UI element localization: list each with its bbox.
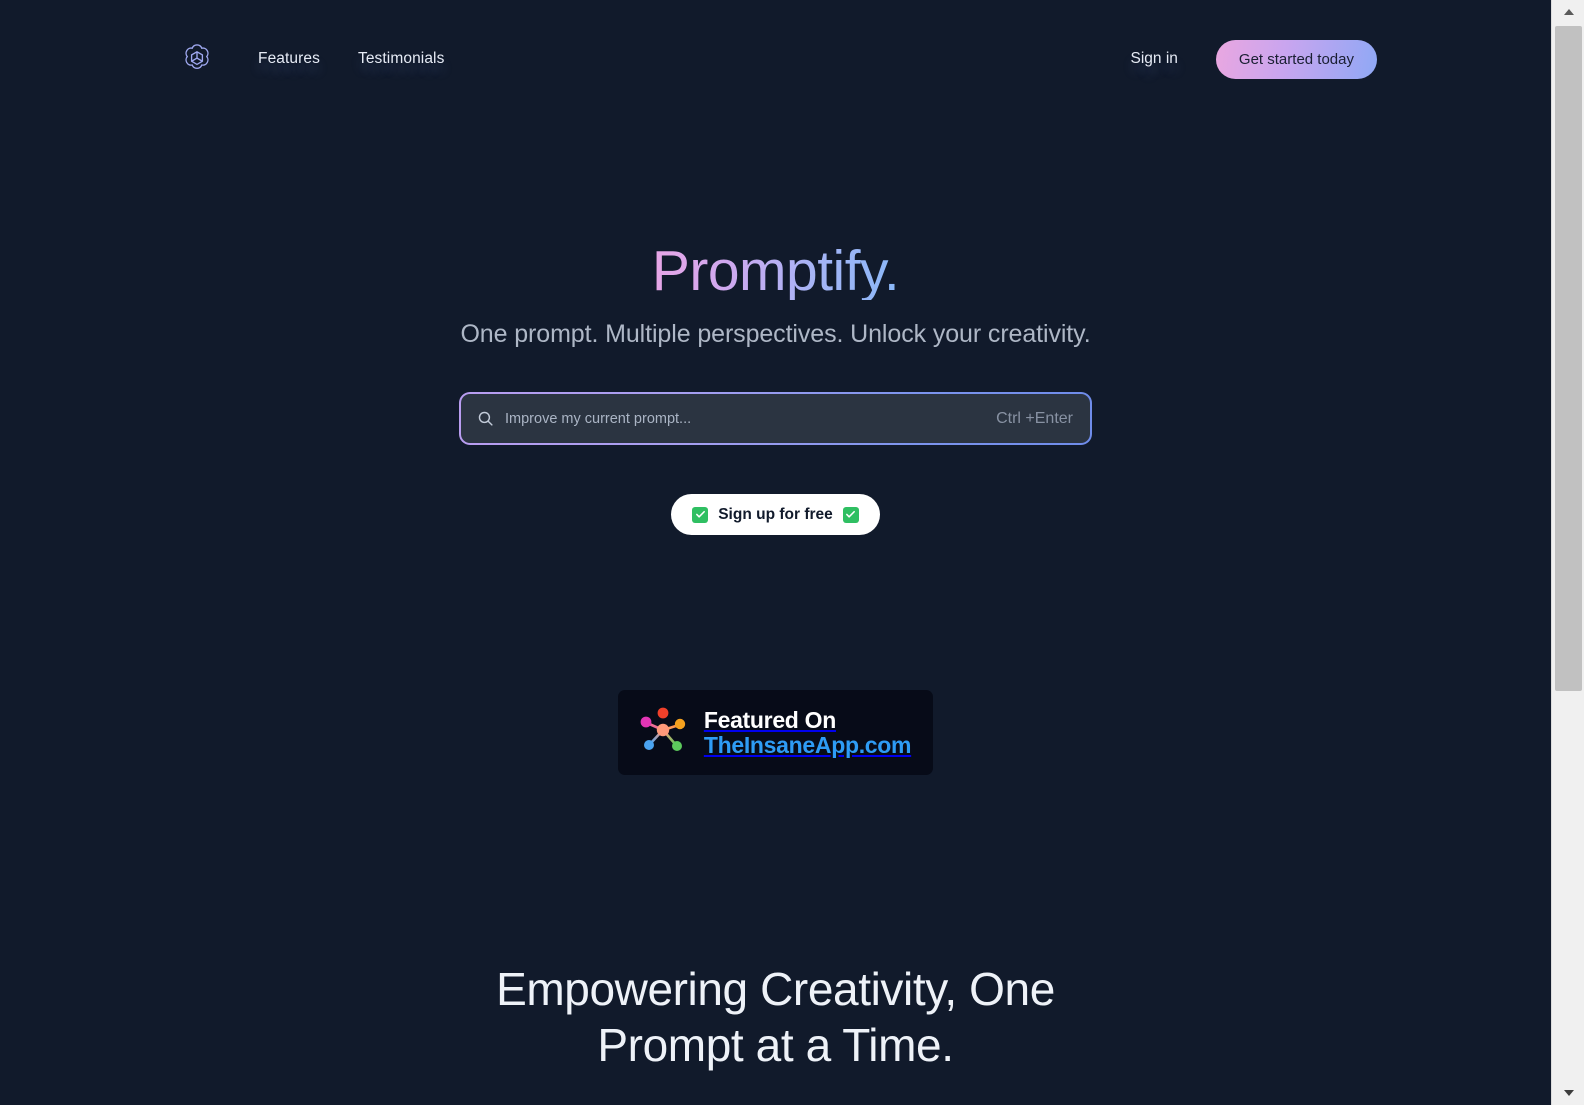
triangle-up-glyph bbox=[1563, 9, 1574, 15]
page-content: Features Testimonials Sign in Get starte… bbox=[0, 0, 1551, 1105]
featured-badge-row: Featured On TheInsaneApp.com bbox=[0, 690, 1551, 775]
nav-item-features[interactable]: Features bbox=[258, 50, 320, 68]
featured-badge-text: Featured On TheInsaneApp.com bbox=[703, 706, 912, 758]
featured-site-name: TheInsaneApp.com bbox=[703, 731, 912, 758]
molecule-network-icon bbox=[636, 704, 690, 761]
site-header: Features Testimonials Sign in Get starte… bbox=[0, 0, 1551, 118]
featured-on-badge[interactable]: Featured On TheInsaneApp.com bbox=[617, 690, 934, 775]
search-icon bbox=[477, 410, 494, 427]
section-heading-line-2: Prompt at a Time. bbox=[597, 1019, 954, 1072]
section-heading-line-1: Empowering Creativity, One bbox=[496, 963, 1055, 1015]
sign-in-link[interactable]: Sign in bbox=[1131, 50, 1178, 68]
vertical-scrollbar[interactable] bbox=[1551, 0, 1584, 1105]
nav-item-testimonials[interactable]: Testimonials bbox=[358, 50, 444, 68]
scroll-up-arrow-icon[interactable] bbox=[1552, 0, 1584, 24]
check-mark-icon-left bbox=[692, 506, 709, 523]
openai-flower-logo-icon[interactable] bbox=[178, 40, 216, 78]
sign-up-free-button[interactable]: Sign up for free bbox=[671, 494, 880, 535]
triangle-down-glyph bbox=[1563, 1090, 1574, 1096]
browser-viewport: Features Testimonials Sign in Get starte… bbox=[0, 0, 1584, 1105]
check-mark-icon-right bbox=[842, 506, 859, 523]
signup-row: Sign up for free bbox=[0, 494, 1551, 535]
get-started-button[interactable]: Get started today bbox=[1215, 39, 1377, 79]
header-actions: Sign in Get started today bbox=[1131, 39, 1377, 79]
page-title: Promptify. bbox=[651, 239, 900, 303]
prompt-search-field[interactable]: Ctrl +Enter bbox=[461, 394, 1090, 443]
scroll-down-arrow-icon[interactable] bbox=[1552, 1081, 1584, 1105]
primary-nav: Features Testimonials bbox=[258, 50, 444, 68]
hero-section: Promptify. One prompt. Multiple perspect… bbox=[0, 118, 1551, 775]
section-heading: Empowering Creativity, One Prompt at a T… bbox=[0, 961, 1551, 1073]
prompt-search-box: Ctrl +Enter bbox=[459, 392, 1092, 445]
prompt-search-input[interactable] bbox=[505, 394, 997, 443]
sign-up-free-label: Sign up for free bbox=[718, 505, 833, 523]
scrollbar-thumb[interactable] bbox=[1555, 26, 1582, 691]
featured-on-label: Featured On bbox=[703, 706, 836, 733]
keyboard-shortcut-hint: Ctrl +Enter bbox=[996, 409, 1073, 427]
hero-subtitle: One prompt. Multiple perspectives. Unloc… bbox=[460, 320, 1091, 348]
